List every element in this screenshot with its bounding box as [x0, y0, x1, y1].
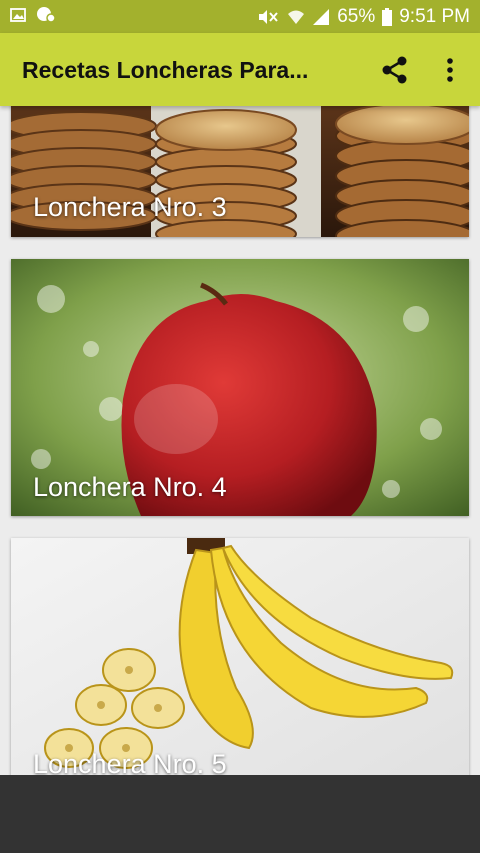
- recipe-card-5[interactable]: Lonchera Nro. 5: [11, 538, 469, 775]
- bottom-bar: [0, 775, 480, 853]
- notification-icons: [10, 6, 56, 24]
- recipe-card-title: Lonchera Nro. 3: [33, 192, 227, 222]
- recipe-card-title: Lonchera Nro. 4: [33, 472, 227, 502]
- mute-icon: [259, 10, 278, 24]
- app-title: Recetas Loncheras Para...: [22, 57, 309, 83]
- chat-bubbles-icon: [37, 7, 56, 23]
- signal-icon: [313, 9, 330, 25]
- recipe-card-3[interactable]: Lonchera Nro. 3: [11, 106, 469, 237]
- recipe-card-4[interactable]: Lonchera Nro. 4: [11, 259, 469, 516]
- recipe-list[interactable]: Lonchera Nro. 3 Lonchera Nro. 4 Lonchera…: [0, 106, 480, 775]
- more-options-button[interactable]: [440, 55, 460, 85]
- bananas-image: [11, 538, 469, 775]
- wifi-icon: [288, 10, 305, 24]
- status-bar: 65% 9:51 PM: [0, 0, 480, 33]
- clock: 9:51 PM: [399, 6, 470, 27]
- more-vert-icon: [447, 58, 453, 82]
- image-notification-icon: [10, 8, 26, 22]
- recipe-card-title: Lonchera Nro. 5: [33, 749, 227, 775]
- app-bar: Recetas Loncheras Para...: [0, 33, 480, 106]
- battery-icon: [382, 8, 393, 26]
- share-icon: [382, 56, 407, 84]
- status-icons: 65% 9:51 PM: [256, 6, 470, 28]
- battery-percent: 65%: [337, 6, 376, 27]
- share-button[interactable]: [380, 55, 410, 85]
